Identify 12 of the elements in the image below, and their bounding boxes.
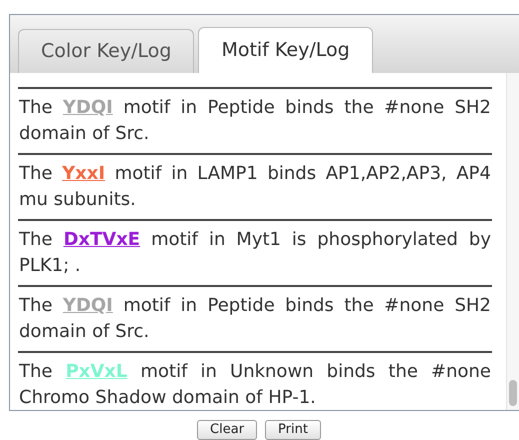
- log-entry: The YDQI motif in Peptide binds the #none SH2 domain of Src.: [18, 294, 492, 344]
- motif-link[interactable]: YxxI: [62, 163, 106, 184]
- log-entry: The YDQI motif in Peptide binds the #none SH2 domain of Src.: [18, 96, 492, 146]
- action-button[interactable]: Clear: [197, 420, 258, 440]
- log-entry: The DxTVxE motif in Myt1 is phosphorylated by PLK1; .: [18, 228, 492, 278]
- log-entry: The PxVxL motif in Unknown binds the #none Chromo Shadow domain of HP-1.: [18, 360, 492, 410]
- scrollbar-thumb[interactable]: [509, 380, 517, 406]
- tab[interactable]: Motif Key/Log: [198, 27, 373, 73]
- action-button[interactable]: Print: [265, 420, 321, 440]
- log-entry: The YxxI motif in LAMP1 binds AP1,AP2,AP3, AP4 mu subunits.: [18, 162, 492, 212]
- tab[interactable]: Color Key/Log: [18, 29, 194, 73]
- motif-link[interactable]: DxTVxE: [63, 229, 140, 250]
